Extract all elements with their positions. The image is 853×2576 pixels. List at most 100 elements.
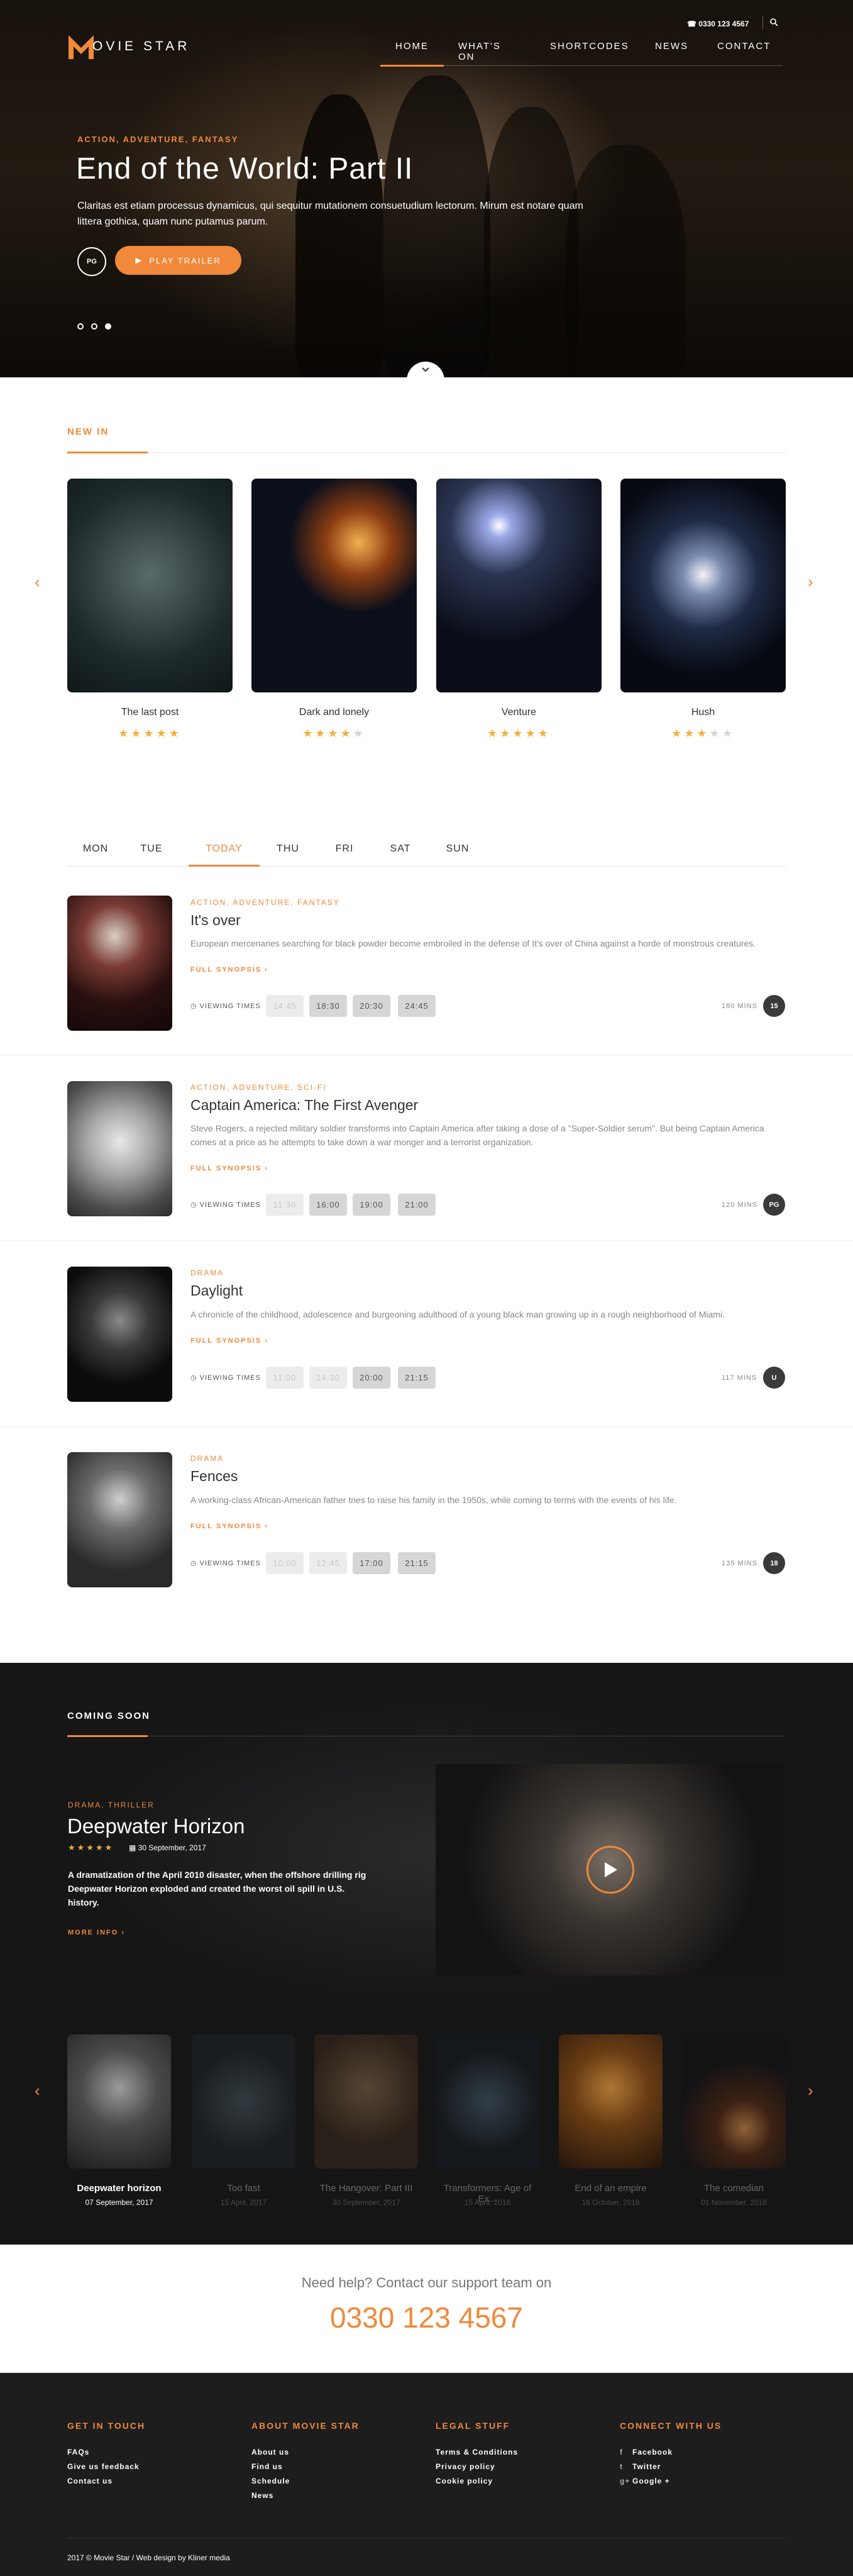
footer-link[interactable]: Cookie policy [436, 2477, 493, 2485]
full-synopsis-link[interactable]: FULL SYNOPSIS › [190, 1337, 268, 1345]
nav-contact[interactable]: CONTACT [717, 41, 771, 52]
footer-link-facebook[interactable]: f Facebook [620, 2448, 673, 2457]
slide-dot-active[interactable] [105, 323, 111, 330]
footer-link-google[interactable]: g+ Google + [620, 2477, 670, 2485]
footer-link[interactable]: FAQs [67, 2448, 89, 2457]
trailer-video[interactable] [436, 1764, 785, 1975]
star-filled-icon: ★ [77, 1843, 87, 1852]
movie-thumbnail[interactable] [192, 2035, 295, 2168]
showtime-slot[interactable]: 20:00 [353, 1367, 390, 1389]
listing-thumbnail[interactable] [67, 1267, 172, 1402]
logo-m-icon [69, 35, 94, 59]
support-phone[interactable]: 0330 123 4567 [0, 2301, 853, 2334]
showtime-slot[interactable]: 21:00 [398, 1194, 436, 1216]
listing-title[interactable]: Daylight [190, 1282, 243, 1299]
tab-mon[interactable]: MON [67, 840, 124, 867]
footer-link[interactable]: Find us [251, 2462, 283, 2471]
movie-thumbnail[interactable] [682, 2035, 786, 2168]
showtime-slot[interactable]: 21:15 [398, 1552, 436, 1574]
star-filled-icon: ★ [156, 727, 169, 740]
header-phone[interactable]: ☎ 0330 123 4567 [687, 19, 749, 28]
movie-thumbnail[interactable] [559, 2035, 663, 2168]
star-filled-icon: ★ [487, 727, 500, 740]
tab-tue[interactable]: TUE [123, 840, 180, 867]
carousel-prev-arrow[interactable]: ‹ [35, 572, 40, 592]
poster-image[interactable] [620, 479, 786, 692]
showtime-slot[interactable]: 24:45 [398, 995, 436, 1017]
movie-title[interactable]: Dark and lonely [251, 707, 417, 718]
tab-sat[interactable]: SAT [372, 840, 429, 867]
listing-genres: DRAMA [190, 1269, 224, 1277]
showtime-slot[interactable]: 19:00 [353, 1194, 390, 1216]
listing-genres: DRAMA [190, 1454, 224, 1463]
footer-link[interactable]: Schedule [251, 2477, 290, 2485]
footer-link[interactable]: Privacy policy [436, 2462, 495, 2471]
nav-active-indicator [380, 65, 444, 67]
movie-title[interactable]: The last post [67, 707, 233, 718]
movie-thumbnail[interactable] [436, 2035, 539, 2168]
movie-thumbnail[interactable] [67, 2035, 171, 2168]
listing-thumbnail[interactable] [67, 896, 172, 1031]
movie-thumbnail[interactable] [314, 2035, 418, 2168]
showtime-slot[interactable]: 21:15 [398, 1367, 436, 1389]
poster-image[interactable] [251, 479, 417, 692]
tab-sun[interactable]: SUN [429, 840, 486, 867]
movie-title[interactable]: The Hangover: Part III [314, 2183, 418, 2194]
tab-thu[interactable]: THU [260, 840, 316, 867]
play-icon [605, 1862, 617, 1877]
tab-today[interactable]: TODAY [189, 840, 260, 867]
age-rating-badge: 15 [763, 995, 785, 1017]
showtime-slot[interactable]: 17:00 [353, 1552, 390, 1574]
more-info-link[interactable]: MORE INFO › [68, 1929, 125, 1936]
movie-title[interactable]: Too fast [192, 2183, 295, 2194]
runtime: 120 MINS [722, 1201, 757, 1209]
movie-date: 16 October, 2018 [581, 2198, 640, 2207]
showtime-slot[interactable]: 20:30 [353, 995, 390, 1017]
poster-image[interactable] [67, 479, 233, 692]
slide-dot[interactable] [91, 323, 97, 330]
full-synopsis-link[interactable]: FULL SYNOPSIS › [190, 1165, 268, 1172]
listing-description: Steve Rogers, a rejected military soldie… [190, 1123, 764, 1147]
listing-title[interactable]: Captain America: The First Avenger [190, 1097, 418, 1114]
listing-thumbnail[interactable] [67, 1452, 172, 1587]
footer-link[interactable]: Terms & Conditions [436, 2448, 518, 2457]
movie-title[interactable]: The comedian [682, 2183, 786, 2194]
footer-link[interactable]: Give us feedback [67, 2462, 140, 2471]
footer-link[interactable]: Contact us [67, 2477, 113, 2485]
site-logo[interactable]: OVIE STAR [67, 33, 190, 60]
slide-dot[interactable] [77, 323, 84, 330]
footer-link-twitter[interactable]: t Twitter [620, 2462, 661, 2471]
nav-home[interactable]: HOME [395, 41, 429, 52]
movie-title[interactable]: End of an empire [559, 2183, 663, 2194]
carousel-next-arrow[interactable]: › [808, 2081, 813, 2101]
carousel-prev-arrow[interactable]: ‹ [35, 2081, 40, 2101]
full-synopsis-link[interactable]: FULL SYNOPSIS › [190, 966, 268, 974]
showtime-slot: 11:30 [266, 1194, 304, 1216]
star-filled-icon: ★ [143, 727, 157, 740]
featured-title[interactable]: Deepwater Horizon [67, 1814, 245, 1838]
footer-link[interactable]: About us [251, 2448, 289, 2457]
play-button[interactable] [586, 1846, 634, 1894]
movie-title[interactable]: Hush [620, 707, 786, 718]
showtime-slot[interactable]: 16:00 [309, 1194, 347, 1216]
nav-whats-on[interactable]: WHAT'S ON [458, 41, 501, 62]
poster-image[interactable] [436, 479, 602, 692]
tab-fri[interactable]: FRI [316, 840, 373, 867]
nav-news[interactable]: NEWS [655, 41, 688, 52]
movie-title[interactable]: Deepwater horizon [67, 2183, 171, 2194]
listing-title[interactable]: Fences [190, 1468, 238, 1485]
full-synopsis-link[interactable]: FULL SYNOPSIS › [190, 1523, 268, 1530]
listing-thumbnail[interactable] [67, 1081, 172, 1216]
nav-shortcodes[interactable]: SHORTCODES [550, 41, 629, 52]
movie-title[interactable]: Venture [436, 707, 602, 718]
showtime-slot[interactable]: 18:30 [309, 995, 347, 1017]
star-rating: ★★★★★ [68, 1843, 114, 1853]
listing-title[interactable]: It's over [190, 912, 241, 929]
footer-link[interactable]: News [251, 2491, 273, 2500]
star-filled-icon: ★ [696, 727, 710, 740]
play-trailer-button[interactable]: ▶ PLAY TRAILER [115, 246, 241, 275]
runtime: 180 MINS [722, 1002, 757, 1010]
search-icon[interactable] [769, 18, 778, 30]
carousel-next-arrow[interactable]: › [808, 572, 813, 592]
section-title: COMING SOON [67, 1711, 151, 1721]
